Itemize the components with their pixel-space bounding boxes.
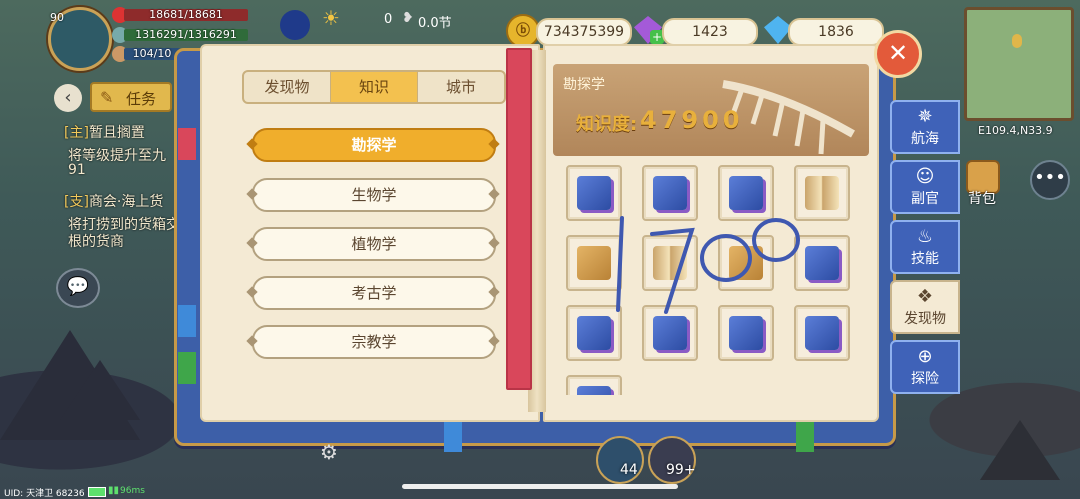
page-title: 勘探学 bbox=[563, 77, 605, 93]
bomb-icon bbox=[280, 10, 310, 40]
crew-count: 44 bbox=[620, 462, 638, 478]
network-ping: 96ms bbox=[120, 486, 145, 496]
more-menu-button[interactable]: ••• bbox=[1030, 160, 1070, 200]
tab-knowledge[interactable]: 知识 bbox=[331, 72, 418, 102]
flame-icon: ♨ bbox=[916, 226, 934, 247]
quest-item-side[interactable]: [支]商会·海上货 bbox=[64, 191, 163, 211]
ship-speed: 0.0节 bbox=[418, 16, 452, 31]
book-tabs: 发现物 知识 城市 bbox=[242, 70, 506, 104]
item-slot[interactable] bbox=[566, 375, 622, 395]
quest-desc: 根的货商 bbox=[68, 234, 124, 250]
compass-icon: ✵ bbox=[917, 106, 933, 127]
quest-title: 暂且搁置 bbox=[88, 125, 145, 141]
mountain-decoration bbox=[60, 360, 140, 420]
tab-discoveries[interactable]: 发现物 bbox=[244, 72, 331, 102]
wind-icon: ❥ bbox=[402, 10, 414, 26]
knowledge-value: 47900 bbox=[640, 106, 744, 134]
nav-officer[interactable]: ☺ 副官 bbox=[890, 160, 960, 214]
purple-gem-amount: 1423 bbox=[662, 18, 758, 46]
quest-button-label: 任务 bbox=[126, 90, 157, 108]
category-archaeology[interactable]: 考古学 bbox=[252, 276, 496, 310]
nav-label: 航海 bbox=[911, 131, 939, 147]
quest-desc: 91 bbox=[68, 162, 86, 178]
captain-count: 99+ bbox=[666, 462, 696, 478]
user-id: UID: 天津卫 68236 bbox=[4, 489, 85, 499]
quest-tag: [支] bbox=[64, 194, 89, 210]
bookmark-blue bbox=[178, 305, 196, 337]
quest-title: 商会·海上货 bbox=[88, 194, 164, 210]
tab-cities[interactable]: 城市 bbox=[418, 72, 504, 102]
knowledge-label: 知识度: bbox=[576, 114, 638, 135]
settings-lock-icon[interactable]: ⚙ bbox=[320, 440, 346, 466]
bookmark-green bbox=[796, 420, 814, 452]
category-biology[interactable]: 生物学 bbox=[252, 178, 496, 212]
handwritten-annotation: 1700 bbox=[616, 216, 800, 314]
nav-skills[interactable]: ♨ 技能 bbox=[890, 220, 960, 274]
gold-coin-icon: ⓑ bbox=[506, 14, 540, 48]
nav-label: 发现物 bbox=[904, 311, 946, 327]
gold-amount: 734375399 bbox=[536, 18, 632, 46]
close-button[interactable]: ✕ bbox=[874, 30, 922, 78]
map-marker-icon bbox=[1012, 34, 1022, 48]
nav-label: 探险 bbox=[911, 371, 939, 387]
category-prospecting[interactable]: 勘探学 bbox=[252, 128, 496, 162]
bag-label: 背包 bbox=[968, 191, 996, 207]
blue-scroll-icon bbox=[805, 316, 839, 350]
nav-label: 副官 bbox=[911, 191, 939, 207]
blue-scroll-icon bbox=[577, 386, 611, 395]
chat-icon[interactable]: 💬 bbox=[56, 268, 100, 308]
map-coordinates: E109.4,N33.9 bbox=[978, 124, 1053, 137]
battery-icon bbox=[88, 487, 106, 497]
bookmark-green bbox=[178, 352, 196, 384]
bookmark-red bbox=[178, 128, 196, 160]
blue-scroll-icon bbox=[577, 316, 611, 350]
quest-item-main[interactable]: [主]暂且搁置 bbox=[64, 122, 145, 142]
collapse-arrow-icon[interactable]: ‹ bbox=[54, 84, 82, 112]
quest-scroll-icon: ✎ bbox=[100, 88, 114, 107]
sun-icon: ☀ bbox=[322, 6, 340, 30]
blue-gem-amount: 1836 bbox=[788, 18, 884, 46]
hp-bar: 18681/18681 bbox=[124, 9, 248, 21]
nav-discoveries[interactable]: ❖ 发现物 bbox=[890, 280, 960, 334]
nav-explore[interactable]: ⊕ 探险 bbox=[890, 340, 960, 394]
blue-scroll-icon bbox=[729, 316, 763, 350]
nav-label: 技能 bbox=[911, 251, 939, 267]
category-botany[interactable]: 植物学 bbox=[252, 227, 496, 261]
home-indicator[interactable] bbox=[402, 484, 678, 489]
category-religion[interactable]: 宗教学 bbox=[252, 325, 496, 359]
supply-bar: 1316291/1316291 bbox=[124, 29, 248, 41]
explore-icon: ⊕ bbox=[917, 346, 933, 367]
pagoda-decoration bbox=[980, 420, 1060, 480]
quest-tag: [主] bbox=[64, 125, 89, 141]
bookmark-blue bbox=[444, 420, 462, 452]
signal-icon: ▮▮ bbox=[108, 485, 120, 496]
officer-icon: ☺ bbox=[915, 166, 935, 187]
nav-navigation[interactable]: ✵ 航海 bbox=[890, 100, 960, 154]
minimap[interactable] bbox=[964, 7, 1074, 121]
book-ribbon bbox=[506, 48, 532, 390]
hud-count: 0 bbox=[384, 12, 393, 27]
exp-bar: 104/10 bbox=[124, 48, 180, 60]
blue-scroll-icon bbox=[653, 316, 687, 350]
player-level: 90 bbox=[50, 11, 64, 24]
discovery-icon: ❖ bbox=[916, 286, 934, 307]
